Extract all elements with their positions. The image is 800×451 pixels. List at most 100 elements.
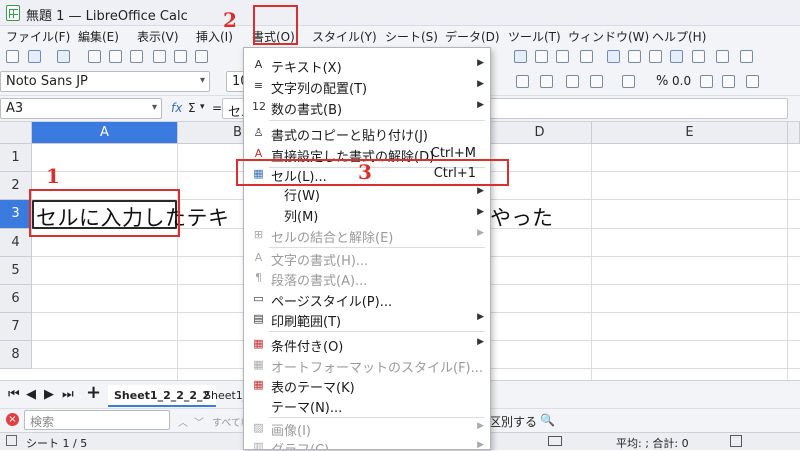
show-draw-functions-icon[interactable] xyxy=(740,50,753,63)
find-replace-icon[interactable]: 🔍 xyxy=(540,413,555,427)
row-header-7[interactable]: 7 xyxy=(0,313,32,341)
search-input[interactable]: 検索 xyxy=(24,410,170,430)
submenu-arrow-icon: ▶ xyxy=(477,100,484,110)
grid-line xyxy=(591,144,592,380)
function-wizard-icon[interactable]: fx xyxy=(171,101,182,115)
percent-icon[interactable]: % xyxy=(656,74,668,89)
menu-edit[interactable]: 編集(E) xyxy=(78,28,119,45)
menu-data[interactable]: データ(D) xyxy=(445,28,500,45)
justify-icon[interactable] xyxy=(566,75,579,88)
sum-icon[interactable]: Σ xyxy=(188,101,196,115)
header-footer-icon[interactable] xyxy=(649,50,662,63)
add-sheet-icon[interactable]: + xyxy=(86,382,101,403)
merge-cells-icon[interactable] xyxy=(590,75,603,88)
menuitem-image[interactable]: ▨ 画像(I) ▶ xyxy=(244,418,490,439)
pivot-table-icon[interactable] xyxy=(556,50,569,63)
menuitem-character[interactable]: A 文字の書式(H)... xyxy=(244,248,490,269)
menu-window[interactable]: ウィンドウ(W) xyxy=(568,28,649,45)
align-right-icon[interactable] xyxy=(540,75,553,88)
currency-format-icon[interactable] xyxy=(622,75,635,88)
insert-image-icon[interactable] xyxy=(514,50,527,63)
copy-icon[interactable] xyxy=(174,50,187,63)
menu-help[interactable]: ヘルプ(H) xyxy=(652,28,706,45)
new-icon[interactable] xyxy=(6,50,19,63)
split-window-icon[interactable] xyxy=(716,50,729,63)
menu-view[interactable]: 表示(V) xyxy=(137,28,179,45)
select-all-corner[interactable] xyxy=(0,122,32,144)
last-sheet-icon[interactable]: ⏭ xyxy=(62,387,74,402)
menu-styles[interactable]: スタイル(Y) xyxy=(312,28,377,45)
menuitem-clone-formatting[interactable]: ♙ 書式のコピーと貼り付け(J) xyxy=(244,123,490,144)
menuitem-alignment[interactable]: ≡ 文字列の配置(T) ▶ xyxy=(244,76,490,97)
menuitem-merge-cells[interactable]: ⊞ セルの結合と解除(E) ▶ xyxy=(244,225,490,246)
menuitem-page-style[interactable]: ▭ ページスタイル(P)... xyxy=(244,289,490,310)
find-next-icon[interactable]: ﹀ xyxy=(194,414,204,429)
row-header-1[interactable]: 1 xyxy=(0,144,32,172)
chevron-down-icon[interactable]: ▾ xyxy=(152,102,157,113)
insert-chart-icon[interactable] xyxy=(535,50,548,63)
name-box[interactable]: A3 ▾ xyxy=(0,98,162,119)
previous-sheet-icon[interactable]: ◀ xyxy=(26,387,36,402)
menuitem-columns[interactable]: 列(M) ▶ xyxy=(244,204,490,225)
number-icon: 12 xyxy=(252,100,266,113)
next-sheet-icon[interactable]: ▶ xyxy=(44,387,54,402)
sheet-position: シート 1 / 5 xyxy=(26,437,88,450)
selection-mode-icon[interactable] xyxy=(548,436,562,446)
menuitem-autoformat[interactable]: ▦ オートフォーマットのスタイル(F)... xyxy=(244,355,490,376)
special-character-icon[interactable] xyxy=(580,50,593,63)
row-header-4[interactable]: 4 xyxy=(0,229,32,257)
menu-separator xyxy=(269,120,485,121)
menuitem-text[interactable]: A テキスト(X) ▶ xyxy=(244,55,490,76)
menu-tools[interactable]: ツール(T) xyxy=(508,28,561,45)
menuitem-theme[interactable]: テーマ(N)... xyxy=(244,395,490,416)
print-icon[interactable] xyxy=(109,50,122,63)
delete-decimal-icon[interactable] xyxy=(722,75,735,88)
open-icon[interactable] xyxy=(28,50,41,63)
submenu-arrow-icon: ▶ xyxy=(477,207,484,217)
print-preview-icon[interactable] xyxy=(130,50,143,63)
search-placeholder: 検索 xyxy=(30,415,55,429)
paste-icon[interactable] xyxy=(195,50,208,63)
chevron-down-icon[interactable]: ▾ xyxy=(200,102,205,112)
row-header-3[interactable]: 3 xyxy=(0,200,32,229)
close-find-icon[interactable]: × xyxy=(6,413,19,426)
number-format-icon[interactable]: 0.0 xyxy=(672,74,691,88)
step-2-label: 2 xyxy=(223,8,237,32)
align-center-icon[interactable] xyxy=(516,75,529,88)
menu-sheet[interactable]: シート(S) xyxy=(385,28,438,45)
menuitem-table-theme[interactable]: ▦ 表のテーマ(K) xyxy=(244,375,490,396)
row-header-6[interactable]: 6 xyxy=(0,285,32,313)
formula-equals-icon[interactable]: = xyxy=(212,101,222,115)
row-header-5[interactable]: 5 xyxy=(0,257,32,285)
freeze-rows-icon[interactable] xyxy=(692,50,705,63)
column-header-a[interactable]: A xyxy=(32,122,178,144)
row-header-8[interactable]: 8 xyxy=(0,341,32,369)
font-name-box[interactable]: Noto Sans JP ▾ xyxy=(0,71,210,92)
menuitem-chart[interactable]: ▥ グラフ(C) ▶ xyxy=(244,437,490,449)
column-header-d[interactable]: D xyxy=(488,122,592,144)
comment-icon[interactable] xyxy=(628,50,641,63)
column-header-f[interactable] xyxy=(788,122,800,144)
add-decimal-icon[interactable] xyxy=(700,75,713,88)
menuitem-number-format[interactable]: 12 数の書式(B) ▶ xyxy=(244,97,490,118)
menuitem-rows[interactable]: 行(W) ▶ xyxy=(244,183,490,204)
chevron-down-icon[interactable]: ▾ xyxy=(200,75,205,86)
find-previous-icon[interactable]: ︿ xyxy=(178,414,188,429)
save-icon[interactable] xyxy=(57,50,70,63)
first-sheet-icon[interactable]: ⏮ xyxy=(8,387,20,402)
menuitem-label: ページスタイル(P)... xyxy=(271,295,393,310)
menuitem-conditional[interactable]: ▦ 条件付き(O) ▶ xyxy=(244,334,490,355)
row-header-2[interactable]: 2 xyxy=(0,172,32,200)
cut-icon[interactable] xyxy=(153,50,166,63)
borders-icon[interactable] xyxy=(746,75,759,88)
hyperlink-icon[interactable] xyxy=(607,50,620,63)
match-case-label[interactable]: 区別する xyxy=(489,413,537,430)
menuitem-print-ranges[interactable]: ▤ 印刷範囲(T) ▶ xyxy=(244,309,490,330)
column-header-e[interactable]: E xyxy=(592,122,788,144)
view-normal-icon[interactable] xyxy=(730,435,742,447)
menuitem-paragraph[interactable]: ¶ 段落の書式(A)... xyxy=(244,268,490,289)
export-pdf-icon[interactable] xyxy=(88,50,101,63)
define-print-area-icon[interactable] xyxy=(670,50,683,63)
menu-file[interactable]: ファイル(F) xyxy=(6,28,70,45)
document-modified-icon[interactable] xyxy=(6,435,17,446)
